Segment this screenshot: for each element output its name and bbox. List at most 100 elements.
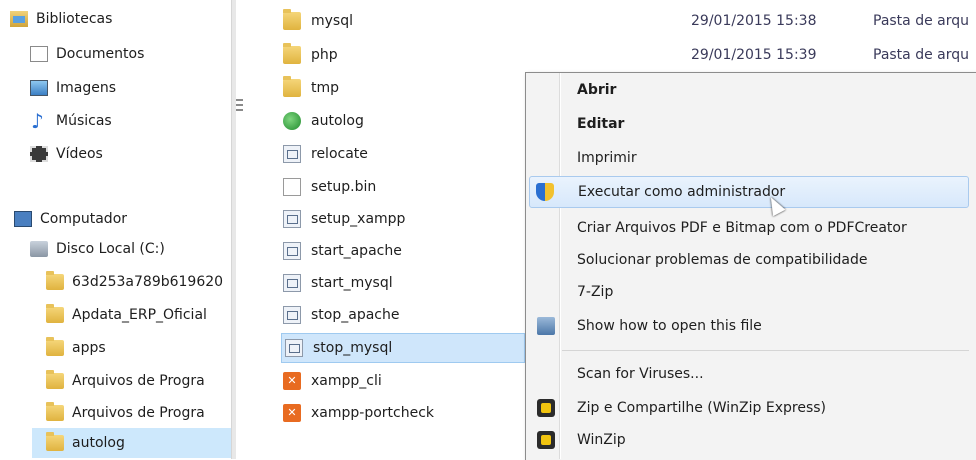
nav-item-label: Disco Local (C:) <box>56 241 165 257</box>
menu-item-label: Executar como administrador <box>578 184 786 200</box>
nav-item-label: Apdata_ERP_Oficial <box>72 307 207 323</box>
nav-item-label: autolog <box>72 435 125 451</box>
file-name: relocate <box>311 146 368 162</box>
file-row-start-mysql[interactable]: start_mysql <box>283 268 523 298</box>
nav-item-folder[interactable]: apps <box>46 333 231 363</box>
file-row-xampp-portcheck[interactable]: ✕ xampp-portcheck <box>283 398 523 428</box>
file-row-setup-xampp[interactable]: setup_xampp <box>283 204 523 234</box>
xampp-icon: ✕ <box>283 404 301 422</box>
file-row-mysql[interactable]: mysql 29/01/2015 15:38 Pasta de arqu <box>283 6 973 36</box>
file-type: Pasta de arqu <box>873 13 970 29</box>
menu-item-editar[interactable]: Editar <box>529 109 969 139</box>
nav-item-musicas[interactable]: Músicas <box>30 106 112 136</box>
nav-item-label: Documentos <box>56 46 145 62</box>
menu-item-label: Imprimir <box>577 150 637 166</box>
menu-item-label: 7-Zip <box>577 284 614 300</box>
menu-item-pdfcreator[interactable]: Criar Arquivos PDF e Bitmap com o PDFCre… <box>529 213 969 243</box>
nav-item-autolog[interactable]: autolog <box>32 428 231 458</box>
nav-item-label: Computador <box>40 211 128 227</box>
menu-item-compatibility[interactable]: Solucionar problemas de compatibilidade <box>529 245 969 275</box>
file-name: php <box>311 47 338 63</box>
nav-item-folder[interactable]: Arquivos de Progra <box>46 398 231 428</box>
script-icon <box>283 306 301 324</box>
file-row-xampp-cli[interactable]: ✕ xampp_cli <box>283 366 523 396</box>
documents-icon <box>30 46 48 62</box>
file-row-tmp[interactable]: tmp <box>283 73 523 103</box>
nav-item-bibliotecas[interactable]: Bibliotecas <box>10 4 112 34</box>
xampp-icon: ✕ <box>283 372 301 390</box>
file-info-icon <box>537 317 555 335</box>
pane-splitter[interactable] <box>231 0 236 459</box>
menu-item-show-how-to-open[interactable]: Show how to open this file <box>529 311 969 341</box>
file-name: mysql <box>311 13 353 29</box>
menu-item-7zip[interactable]: 7-Zip <box>529 277 969 307</box>
file-name: setup.bin <box>311 179 377 195</box>
file-row-start-apache[interactable]: start_apache <box>283 236 523 266</box>
file-row-setup-bin[interactable]: setup.bin <box>283 172 523 202</box>
globe-app-icon <box>283 112 301 130</box>
folder-icon <box>283 43 301 64</box>
nav-item-folder[interactable]: Apdata_ERP_Oficial <box>46 300 231 330</box>
menu-item-label: Editar <box>577 116 625 132</box>
nav-item-label: Arquivos de Progra <box>72 405 205 421</box>
menu-item-imprimir[interactable]: Imprimir <box>529 143 969 173</box>
uac-shield-icon <box>536 183 554 201</box>
folder-icon <box>283 76 301 97</box>
folder-icon <box>283 9 301 30</box>
nav-item-label: Vídeos <box>56 146 103 162</box>
nav-item-disco-local[interactable]: Disco Local (C:) <box>30 234 165 264</box>
nav-item-label: Bibliotecas <box>36 11 113 27</box>
file-date: 29/01/2015 15:39 <box>691 47 817 63</box>
computer-icon <box>14 211 32 227</box>
menu-item-run-as-admin[interactable]: Executar como administrador <box>529 176 969 208</box>
menu-item-scan-viruses[interactable]: Scan for Viruses... <box>529 359 969 389</box>
menu-item-label: WinZip <box>577 432 626 448</box>
winzip-icon <box>537 431 555 449</box>
file-row-stop-mysql[interactable]: stop_mysql <box>281 333 525 363</box>
nav-item-folder[interactable]: 63d253a789b619620 <box>46 267 231 297</box>
menu-item-label: Zip e Compartilhe (WinZip Express) <box>577 400 826 416</box>
file-name: xampp-portcheck <box>311 405 435 421</box>
script-icon <box>283 210 301 228</box>
nav-item-computador[interactable]: Computador <box>14 204 127 234</box>
file-name: stop_mysql <box>313 340 393 356</box>
nav-item-folder[interactable]: Arquivos de Progra <box>46 366 231 396</box>
file-row-stop-apache[interactable]: stop_apache <box>283 300 523 330</box>
file-name: xampp_cli <box>311 373 382 389</box>
nav-item-label: Músicas <box>56 113 112 129</box>
menu-item-winzip[interactable]: WinZip <box>529 425 969 455</box>
videos-icon <box>30 146 48 162</box>
file-row-php[interactable]: php 29/01/2015 15:39 Pasta de arqu <box>283 40 973 70</box>
nav-item-imagens[interactable]: Imagens <box>30 73 116 103</box>
winzip-icon <box>537 399 555 417</box>
menu-item-winzip-express[interactable]: Zip e Compartilhe (WinZip Express) <box>529 393 969 423</box>
file-name: start_mysql <box>311 275 393 291</box>
file-name: stop_apache <box>311 307 400 323</box>
file-name: tmp <box>311 80 340 96</box>
file-type: Pasta de arqu <box>873 47 970 63</box>
menu-item-label: Show how to open this file <box>577 318 762 334</box>
menu-separator <box>562 350 969 351</box>
file-name: setup_xampp <box>311 211 406 227</box>
file-row-autolog[interactable]: autolog <box>283 106 523 136</box>
file-row-relocate[interactable]: relocate <box>283 139 523 169</box>
file-name: autolog <box>311 113 364 129</box>
script-icon <box>285 339 303 357</box>
nav-item-videos[interactable]: Vídeos <box>30 139 103 169</box>
nav-item-documentos[interactable]: Documentos <box>30 39 144 69</box>
pictures-icon <box>30 80 48 96</box>
libraries-icon <box>10 11 28 27</box>
folder-icon <box>46 370 64 389</box>
nav-item-label: Arquivos de Progra <box>72 373 205 389</box>
script-icon <box>283 274 301 292</box>
script-icon <box>283 145 301 163</box>
splitter-grip-icon[interactable] <box>236 96 244 116</box>
file-name: start_apache <box>311 243 402 259</box>
menu-item-abrir[interactable]: Abrir <box>529 75 969 105</box>
script-icon <box>283 242 301 260</box>
navigation-pane: Bibliotecas Documentos Imagens Músicas V… <box>0 0 231 459</box>
folder-icon <box>46 337 64 356</box>
file-date: 29/01/2015 15:38 <box>691 13 817 29</box>
menu-item-label: Scan for Viruses... <box>577 366 704 382</box>
local-disk-icon <box>30 241 48 257</box>
